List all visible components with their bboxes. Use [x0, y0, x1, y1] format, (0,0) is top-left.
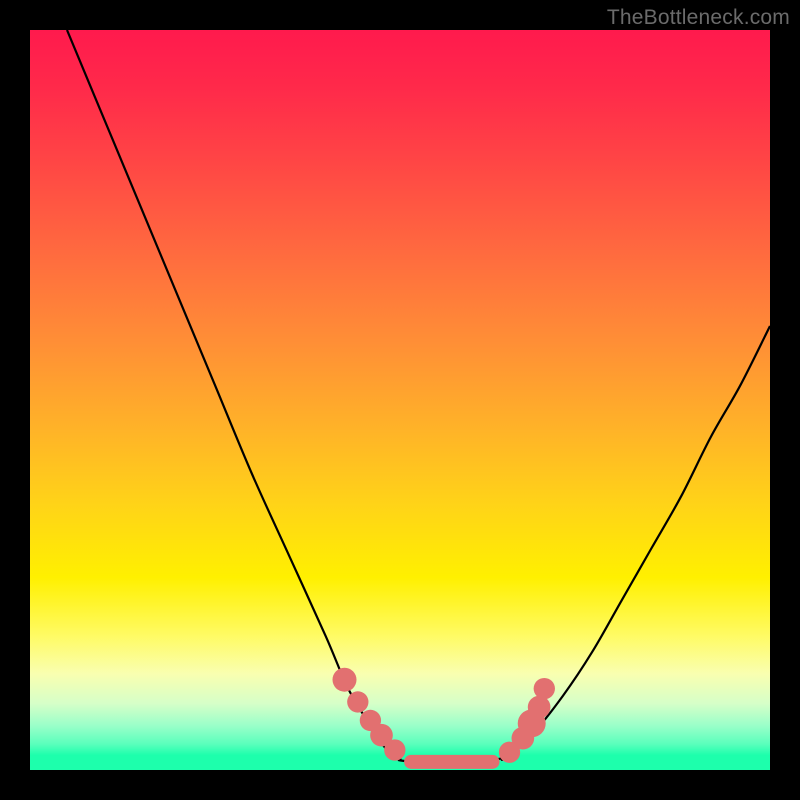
- chart-svg: [30, 30, 770, 770]
- bottleneck-curve: [67, 30, 770, 763]
- curve-marker: [528, 696, 551, 719]
- curve-marker: [333, 668, 357, 692]
- curve-marker: [384, 739, 405, 760]
- curve-lines: [67, 30, 770, 763]
- curve-marker: [347, 691, 368, 712]
- plot-area: [30, 30, 770, 770]
- watermark-text: TheBottleneck.com: [607, 6, 790, 30]
- chart-frame: TheBottleneck.com: [0, 0, 800, 800]
- curve-markers: [333, 668, 555, 763]
- curve-marker: [534, 678, 555, 699]
